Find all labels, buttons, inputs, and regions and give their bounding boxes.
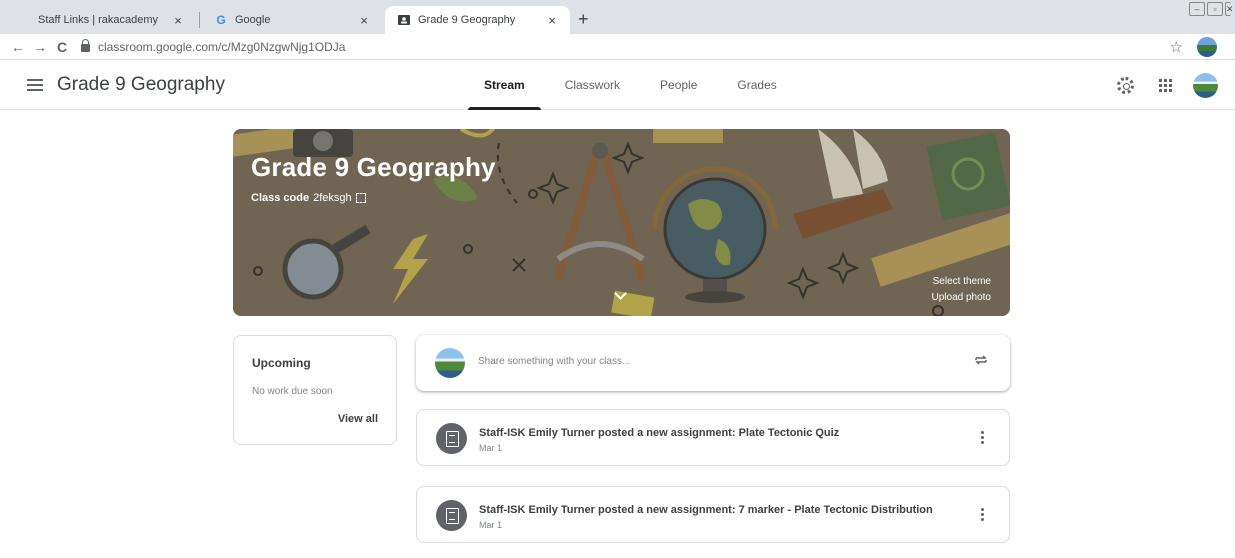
select-theme-link[interactable]: Select theme (932, 274, 991, 290)
new-tab-button[interactable]: + (578, 10, 589, 28)
back-icon[interactable]: ← (7, 39, 29, 55)
browser-tab-google[interactable]: G Google × (202, 6, 382, 34)
browser-tab-strip: Staff Links | rakacademy × G Google × Gr… (0, 0, 1235, 34)
class-settings-gear-icon[interactable] (1117, 77, 1134, 94)
browser-tab-staff-links[interactable]: Staff Links | rakacademy × (26, 6, 196, 34)
upcoming-empty-text: No work due soon (252, 386, 333, 397)
window-controls: – ▫ ✕ (1189, 2, 1234, 16)
tab-people[interactable]: People (640, 60, 717, 110)
address-bar: ← → C classroom.google.com/c/Mzg0NzgwNjg… (0, 34, 1235, 60)
class-code-value: 2feksgh (313, 192, 352, 204)
more-options-icon[interactable] (981, 431, 984, 445)
browser-tab-grade9[interactable]: Grade 9 Geography × (385, 6, 570, 34)
upload-photo-link[interactable]: Upload photo (932, 290, 992, 306)
reload-icon[interactable]: C (51, 39, 73, 55)
tab-divider (199, 12, 200, 28)
post-text[interactable]: Staff-ISK Emily Turner posted a new assi… (479, 427, 839, 439)
class-code: Class code 2feksgh (251, 192, 366, 204)
repost-icon[interactable] (974, 353, 988, 367)
banner-actions: Select theme Upload photo (932, 274, 992, 306)
share-announcement-box[interactable]: Share something with your class... (416, 335, 1010, 391)
user-avatar (435, 348, 465, 378)
post-text[interactable]: Staff-ISK Emily Turner posted a new assi… (479, 504, 933, 516)
app-bar: Grade 9 Geography Stream Classwork Peopl… (0, 60, 1235, 110)
minimize-icon[interactable]: – (1189, 2, 1205, 16)
classroom-icon (397, 13, 411, 27)
class-code-label: Class code (251, 192, 310, 204)
fullscreen-expand-icon[interactable] (355, 193, 366, 203)
tab-grades[interactable]: Grades (717, 60, 796, 110)
lock-icon (81, 39, 90, 52)
class-title[interactable]: Grade 9 Geography (57, 74, 225, 96)
stream-post[interactable]: Staff-ISK Emily Turner posted a new assi… (416, 486, 1010, 543)
upcoming-card: Upcoming No work due soon View all (233, 335, 397, 445)
banner-class-title: Grade 9 Geography (251, 152, 496, 182)
assignment-icon (436, 500, 467, 531)
bookmark-star-icon[interactable]: ☆ (1170, 38, 1183, 56)
tab-title: Staff Links | rakacademy (38, 14, 159, 26)
stream-post[interactable]: Staff-ISK Emily Turner posted a new assi… (416, 409, 1010, 466)
upcoming-heading: Upcoming (252, 356, 311, 370)
hamburger-menu-icon[interactable] (27, 79, 43, 91)
tab-title: Google (235, 14, 271, 26)
tab-stream[interactable]: Stream (464, 60, 545, 110)
forward-icon[interactable]: → (29, 39, 51, 55)
tab-close-icon[interactable]: × (544, 13, 560, 28)
share-placeholder[interactable]: Share something with your class... (478, 356, 630, 367)
tab-close-icon[interactable]: × (170, 13, 186, 28)
post-date: Mar 1 (479, 520, 503, 530)
profile-avatar[interactable] (1197, 37, 1217, 57)
tab-classwork[interactable]: Classwork (545, 60, 640, 110)
class-nav-tabs: Stream Classwork People Grades (464, 60, 797, 110)
tab-title: Grade 9 Geography (418, 14, 516, 26)
url-text: classroom.google.com/c/Mzg0NzgwNjg1ODJa (98, 39, 346, 54)
google-icon: G (216, 13, 226, 27)
more-options-icon[interactable] (981, 508, 984, 522)
url-field[interactable]: classroom.google.com/c/Mzg0NzgwNjg1ODJa (81, 39, 346, 54)
post-date: Mar 1 (479, 443, 503, 453)
account-avatar[interactable] (1193, 73, 1218, 98)
class-banner: Grade 9 Geography Class code 2feksgh Sel… (233, 129, 1010, 316)
google-apps-icon[interactable] (1159, 79, 1172, 92)
view-all-link[interactable]: View all (338, 413, 378, 425)
assignment-icon (436, 423, 467, 454)
close-window-icon[interactable]: ✕ (1225, 2, 1234, 16)
restore-icon[interactable]: ▫ (1207, 2, 1223, 16)
tab-close-icon[interactable]: × (356, 13, 372, 28)
